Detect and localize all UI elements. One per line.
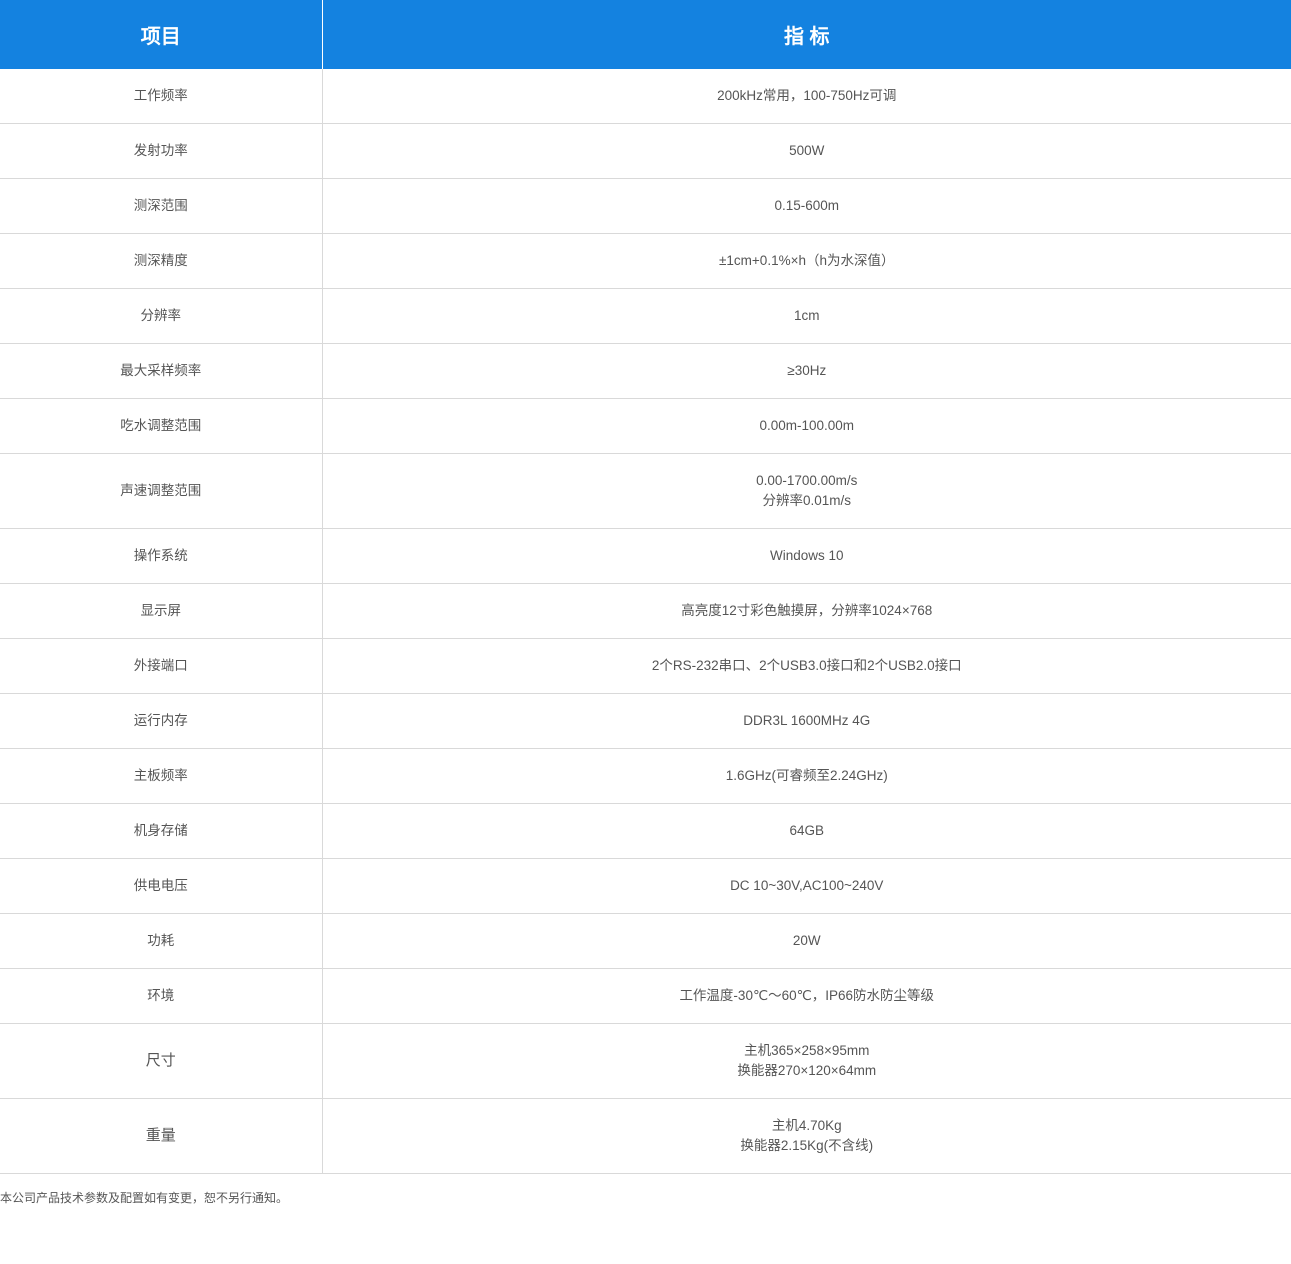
row-value: ±1cm+0.1%×h（h为水深值） (322, 233, 1291, 289)
table-row: 主板频率 1.6GHz(可睿频至2.24GHz) (0, 748, 1291, 804)
row-value-line: 64GB (789, 823, 825, 838)
row-value: 500W (322, 123, 1291, 179)
footnote: 本公司产品技术参数及配置如有变更，恕不另行通知。 (0, 1191, 289, 1205)
row-value: DDR3L 1600MHz 4G (322, 693, 1291, 749)
row-name: 操作系统 (0, 528, 323, 584)
row-value-line: 200kHz常用，100-750Hz可调 (717, 88, 897, 103)
spec-table: 项目 指 标 工作频率 200kHz常用，100-750Hz可调 发射功率 50… (0, 0, 1291, 1174)
row-value-line: ≥30Hz (787, 363, 827, 378)
table-row: 运行内存 DDR3L 1600MHz 4G (0, 693, 1291, 749)
row-value-line: 高亮度12寸彩色触摸屏，分辨率1024×768 (681, 603, 933, 618)
row-value-line: 0.00m-100.00m (759, 418, 855, 433)
row-name: 功耗 (0, 913, 323, 969)
row-value-line: 1.6GHz(可睿频至2.24GHz) (725, 768, 888, 783)
row-value: 1.6GHz(可睿频至2.24GHz) (322, 748, 1291, 804)
row-value: 工作温度-30℃～60℃，IP66防水防尘等级 (322, 968, 1291, 1024)
row-value-line: ±1cm+0.1%×h（h为水深值） (719, 253, 895, 268)
row-name: 吃水调整范围 (0, 398, 323, 454)
table-row: 供电电压 DC 10~30V,AC100~240V (0, 858, 1291, 914)
row-name: 运行内存 (0, 693, 323, 749)
row-value-line: 0.15-600m (774, 198, 840, 213)
row-name: 主板频率 (0, 748, 323, 804)
row-value-line: 500W (789, 143, 825, 158)
table-row: 最大采样频率 ≥30Hz (0, 343, 1291, 399)
row-name: 尺寸 (0, 1023, 323, 1099)
table-row: 外接端口 2个RS-232串口、2个USB3.0接口和2个USB2.0接口 (0, 638, 1291, 694)
row-name: 供电电压 (0, 858, 323, 914)
row-value-line: 主机365×258×95mm (744, 1043, 870, 1058)
table-row: 测深范围 0.15-600m (0, 178, 1291, 234)
column-header-item: 项目 (0, 0, 323, 69)
row-value-line: 0.00-1700.00m/s (756, 473, 858, 488)
table-row: 环境 工作温度-30℃～60℃，IP66防水防尘等级 (0, 968, 1291, 1024)
table-row: 操作系统 Windows 10 (0, 528, 1291, 584)
row-name: 发射功率 (0, 123, 323, 179)
row-value: Windows 10 (322, 528, 1291, 584)
row-name: 最大采样频率 (0, 343, 323, 399)
row-name: 环境 (0, 968, 323, 1024)
table-row: 机身存储 64GB (0, 803, 1291, 859)
row-name: 显示屏 (0, 583, 323, 639)
row-value: DC 10~30V,AC100~240V (322, 858, 1291, 914)
table-row: 尺寸 主机365×258×95mm 换能器270×120×64mm (0, 1023, 1291, 1099)
row-value: ≥30Hz (322, 343, 1291, 399)
row-value: 1cm (322, 288, 1291, 344)
column-header-spec: 指 标 (322, 0, 1291, 69)
row-value-line: 换能器270×120×64mm (737, 1063, 877, 1078)
row-value-line: 工作温度-30℃～60℃，IP66防水防尘等级 (679, 988, 935, 1003)
table-row: 重量 主机4.70Kg 换能器2.15Kg(不含线) (0, 1098, 1291, 1174)
row-value: 主机365×258×95mm 换能器270×120×64mm (322, 1023, 1291, 1099)
row-value: 0.00-1700.00m/s 分辨率0.01m/s (322, 453, 1291, 529)
row-value: 主机4.70Kg 换能器2.15Kg(不含线) (322, 1098, 1291, 1174)
row-value: 0.00m-100.00m (322, 398, 1291, 454)
row-name: 工作频率 (0, 69, 323, 124)
row-value-line: Windows 10 (769, 548, 844, 563)
row-name: 分辨率 (0, 288, 323, 344)
row-value: 0.15-600m (322, 178, 1291, 234)
table-row: 吃水调整范围 0.00m-100.00m (0, 398, 1291, 454)
row-name: 机身存储 (0, 803, 323, 859)
table-header-row: 项目 指 标 (0, 0, 1291, 69)
row-value-line: DC 10~30V,AC100~240V (730, 878, 884, 893)
table-row: 测深精度 ±1cm+0.1%×h（h为水深值） (0, 233, 1291, 289)
row-name: 外接端口 (0, 638, 323, 694)
table-row: 发射功率 500W (0, 123, 1291, 179)
row-name: 测深范围 (0, 178, 323, 234)
row-value: 高亮度12寸彩色触摸屏，分辨率1024×768 (322, 583, 1291, 639)
row-value-line: 1cm (793, 308, 820, 323)
row-name: 测深精度 (0, 233, 323, 289)
row-value: 2个RS-232串口、2个USB3.0接口和2个USB2.0接口 (322, 638, 1291, 694)
row-value-line: 20W (792, 933, 821, 948)
row-value: 20W (322, 913, 1291, 969)
table-row: 工作频率 200kHz常用，100-750Hz可调 (0, 69, 1291, 124)
row-value-line: 换能器2.15Kg(不含线) (740, 1138, 874, 1153)
table-row: 声速调整范围 0.00-1700.00m/s 分辨率0.01m/s (0, 453, 1291, 529)
row-value-line: 2个RS-232串口、2个USB3.0接口和2个USB2.0接口 (651, 658, 962, 673)
row-value: 200kHz常用，100-750Hz可调 (322, 69, 1291, 124)
row-value-line: DDR3L 1600MHz 4G (743, 713, 871, 728)
table-row: 显示屏 高亮度12寸彩色触摸屏，分辨率1024×768 (0, 583, 1291, 639)
row-value-line: 主机4.70Kg (771, 1118, 842, 1133)
row-name: 重量 (0, 1098, 323, 1174)
row-value-line: 分辨率0.01m/s (762, 493, 852, 508)
table-row: 功耗 20W (0, 913, 1291, 969)
table-row: 分辨率 1cm (0, 288, 1291, 344)
row-name: 声速调整范围 (0, 453, 323, 529)
row-value: 64GB (322, 803, 1291, 859)
